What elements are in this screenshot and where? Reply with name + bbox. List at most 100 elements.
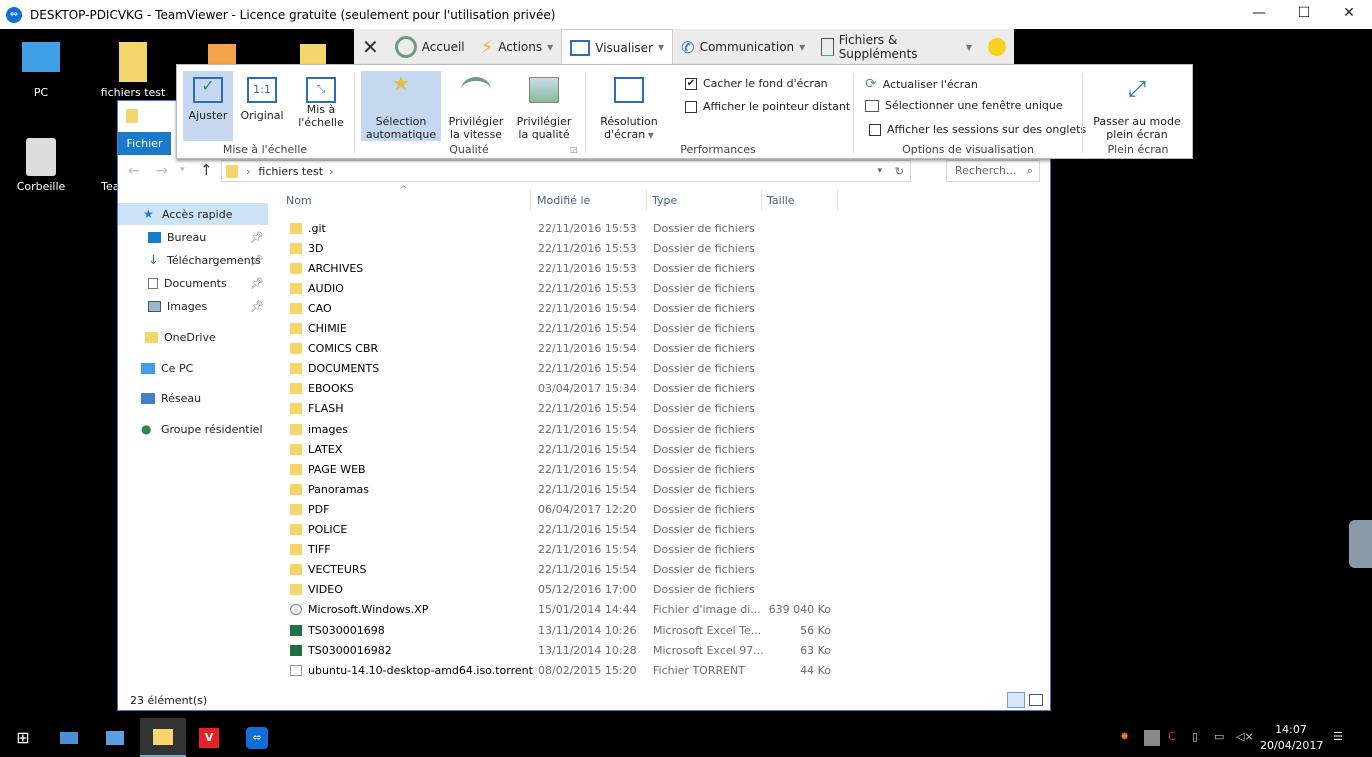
- volume-muted-icon[interactable]: ◁×: [1236, 730, 1254, 746]
- file-row[interactable]: .git 22/11/2016 15:53 Dossier de fichiers: [286, 218, 846, 238]
- file-row[interactable]: CAO 22/11/2016 15:54 Dossier de fichiers: [286, 298, 846, 318]
- file-row[interactable]: PAGE WEB 22/11/2016 15:54 Dossier de fichi…: [286, 459, 846, 479]
- feedback-smiley-button[interactable]: [980, 29, 1014, 65]
- recent-dropdown[interactable]: ▾: [180, 165, 185, 175]
- desktop-icon-fichiers-test[interactable]: fichiers test: [88, 42, 178, 99]
- task-view-button[interactable]: [46, 718, 92, 757]
- file-row[interactable]: ARCHIVES 22/11/2016 15:53 Dossier de fichi…: [286, 258, 846, 278]
- nav-item-ce-pc[interactable]: Ce PC: [118, 357, 268, 379]
- pin-icon[interactable]: 📌︎: [250, 300, 264, 313]
- close-session-button[interactable]: ✕: [354, 29, 387, 65]
- desktop-icon-teamviewer[interactable]: Tear: [64, 138, 124, 193]
- toolbar-visualiser[interactable]: Visualiser ▼: [561, 29, 674, 65]
- breadcrumb-item[interactable]: fichiers test: [258, 165, 323, 178]
- file-row[interactable]: VECTEURS 22/11/2016 15:54 Dossier de fichi…: [286, 560, 846, 580]
- taskbar-file-explorer[interactable]: [140, 718, 186, 757]
- action-center-icon[interactable]: ☰: [1333, 730, 1349, 746]
- maximize-button[interactable]: ☐: [1281, 0, 1327, 29]
- file-row[interactable]: images 22/11/2016 15:54 Dossier de fichier…: [286, 419, 846, 439]
- refresh-icon[interactable]: ↻: [895, 165, 904, 178]
- column-header-size[interactable]: Taille: [767, 194, 795, 207]
- show-remote-pointer-checkbox[interactable]: Afficher le pointeur distant: [685, 100, 850, 113]
- file-row[interactable]: LATEX 22/11/2016 15:54 Dossier de fichiers: [286, 439, 846, 459]
- start-button[interactable]: ⊞: [0, 718, 46, 757]
- toolbar-accueil[interactable]: Accueil: [387, 29, 473, 65]
- file-row[interactable]: TIFF 22/11/2016 15:54 Dossier de fichiers: [286, 540, 846, 560]
- nav-item-groupe-residentiel[interactable]: ● Groupe résidentiel: [118, 418, 268, 440]
- file-row[interactable]: Microsoft.Windows.XP 15/01/2014 14:44 Fich…: [286, 600, 846, 620]
- privilegier-qualite-button[interactable]: Privilégier la qualité: [511, 71, 577, 141]
- file-row[interactable]: POLICE 22/11/2016 15:54 Dossier de fichier…: [286, 520, 846, 540]
- ccleaner-icon[interactable]: C: [1168, 730, 1184, 746]
- mis-a-echelle-button[interactable]: ⤡ Mis à l'échelle: [293, 71, 349, 141]
- file-row[interactable]: EBOOKS 03/04/2017 15:34 Dossier de fichier…: [286, 379, 846, 399]
- file-row[interactable]: VIDEO 05/12/2016 17:00 Dossier de fichiers: [286, 580, 846, 600]
- toolbar-actions[interactable]: ⚡︎ Actions ▼: [473, 29, 562, 65]
- selectionner-fenetre-button[interactable]: Sélectionner une fenêtre unique: [865, 99, 1063, 112]
- hide-wallpaper-checkbox[interactable]: ✔ Cacher le fond d'écran: [685, 77, 828, 90]
- back-button[interactable]: ←: [128, 163, 140, 179]
- file-row[interactable]: TS030001698 13/11/2014 10:26 Microsoft Exc…: [286, 620, 846, 640]
- forward-button[interactable]: →: [156, 163, 168, 179]
- file-row[interactable]: CHIMIE 22/11/2016 15:54 Dossier de fichier…: [286, 319, 846, 339]
- file-tab[interactable]: Fichier: [118, 132, 171, 155]
- ajuster-button[interactable]: ✓ Ajuster: [183, 71, 233, 141]
- nav-item-documents[interactable]: Documents 📌︎: [118, 272, 268, 294]
- desktop-icon-pc[interactable]: PC: [0, 42, 86, 99]
- file-row[interactable]: DOCUMENTS 22/11/2016 15:54 Dossier de fich…: [286, 359, 846, 379]
- desktop-icon-partial[interactable]: [208, 44, 236, 66]
- dialog-launcher-icon[interactable]: ◲: [570, 145, 578, 154]
- original-button[interactable]: 1:1 Original: [237, 71, 287, 141]
- column-header-type[interactable]: Type: [652, 194, 677, 207]
- file-row[interactable]: AUDIO 22/11/2016 15:53 Dossier de fichiers: [286, 278, 846, 298]
- file-row[interactable]: 3D 22/11/2016 15:53 Dossier de fichiers: [286, 238, 846, 258]
- nav-item-reseau[interactable]: Réseau: [118, 387, 268, 409]
- pin-icon[interactable]: 📌︎: [250, 231, 264, 244]
- vmware-icon[interactable]: [1144, 730, 1160, 746]
- nav-item-telechargements[interactable]: ↓ Téléchargements 📌︎: [118, 249, 268, 271]
- large-icons-view-button[interactable]: [1029, 694, 1043, 706]
- pin-icon[interactable]: 📌︎: [250, 277, 264, 290]
- file-row[interactable]: COMICS CBR 22/11/2016 15:54 Dossier de fic…: [286, 339, 846, 359]
- resolution-ecran-button[interactable]: Résolution d'écran ▼: [591, 71, 667, 141]
- file-row[interactable]: PDF 06/04/2017 12:20 Dossier de fichiers: [286, 499, 846, 519]
- actualiser-ecran-button[interactable]: ⟳ Actualiser l'écran: [865, 76, 978, 92]
- selection-automatique-button[interactable]: ★ Sélection automatique: [361, 71, 441, 141]
- sessions-tabs-checkbox[interactable]: Afficher les sessions sur des onglets: [869, 123, 1086, 136]
- minimize-button[interactable]: —: [1236, 0, 1282, 29]
- address-dropdown-icon[interactable]: ▾: [877, 166, 882, 176]
- network-icon[interactable]: ▭: [1214, 730, 1230, 746]
- pin-icon[interactable]: 📌︎: [250, 254, 264, 267]
- address-bar[interactable]: › fichiers test › ▾ ↻: [221, 160, 911, 182]
- taskbar-teamviewer[interactable]: ⇔: [234, 718, 280, 757]
- file-row[interactable]: FLASH 22/11/2016 15:54 Dossier de fichiers: [286, 399, 846, 419]
- toolbar-communication[interactable]: ✆ Communication ▼: [673, 29, 813, 65]
- column-divider[interactable]: [761, 189, 762, 211]
- close-button[interactable]: ✕: [1326, 0, 1372, 29]
- file-row[interactable]: Panoramas 22/11/2016 15:54 Dossier de fich…: [286, 479, 846, 499]
- column-header-modified[interactable]: Modifié le: [537, 194, 590, 207]
- teamviewer-side-panel-handle[interactable]: [1349, 520, 1372, 568]
- search-input[interactable]: Recherch... ⌕: [946, 160, 1040, 182]
- usb-eject-icon[interactable]: ▯: [1192, 730, 1208, 746]
- toolbar-fichiers-supplements[interactable]: Fichiers & Suppléments ▼: [813, 29, 980, 65]
- nav-item-bureau[interactable]: Bureau 📌︎: [118, 226, 268, 248]
- column-divider[interactable]: [530, 189, 531, 211]
- desktop-icon-partial[interactable]: [300, 44, 326, 66]
- nav-item-onedrive[interactable]: OneDrive: [118, 326, 268, 348]
- avast-icon[interactable]: ✸: [1120, 730, 1136, 746]
- nav-item-images[interactable]: Images 📌︎: [118, 295, 268, 317]
- clock[interactable]: 14:07 20/04/2017: [1260, 722, 1323, 754]
- taskbar-app[interactable]: [92, 718, 138, 757]
- column-header-name[interactable]: Nom: [286, 194, 312, 207]
- privilegier-vitesse-button[interactable]: Privilégier la vitesse: [443, 71, 509, 141]
- column-divider[interactable]: [646, 189, 647, 211]
- plein-ecran-button[interactable]: ⤢ Passer au mode plein écran: [1089, 71, 1185, 141]
- column-divider[interactable]: [837, 189, 838, 211]
- nav-item-acces-rapide[interactable]: ★ Accès rapide: [118, 203, 268, 225]
- file-row[interactable]: TS0300016982 13/11/2014 10:28 Microsoft Ex…: [286, 640, 846, 660]
- up-button[interactable]: ↑: [200, 161, 213, 179]
- details-view-button[interactable]: [1007, 692, 1025, 708]
- taskbar-vivaldi[interactable]: V: [186, 718, 232, 757]
- file-row[interactable]: ubuntu-14.10-desktop-amd64.iso.torrent 08…: [286, 660, 846, 680]
